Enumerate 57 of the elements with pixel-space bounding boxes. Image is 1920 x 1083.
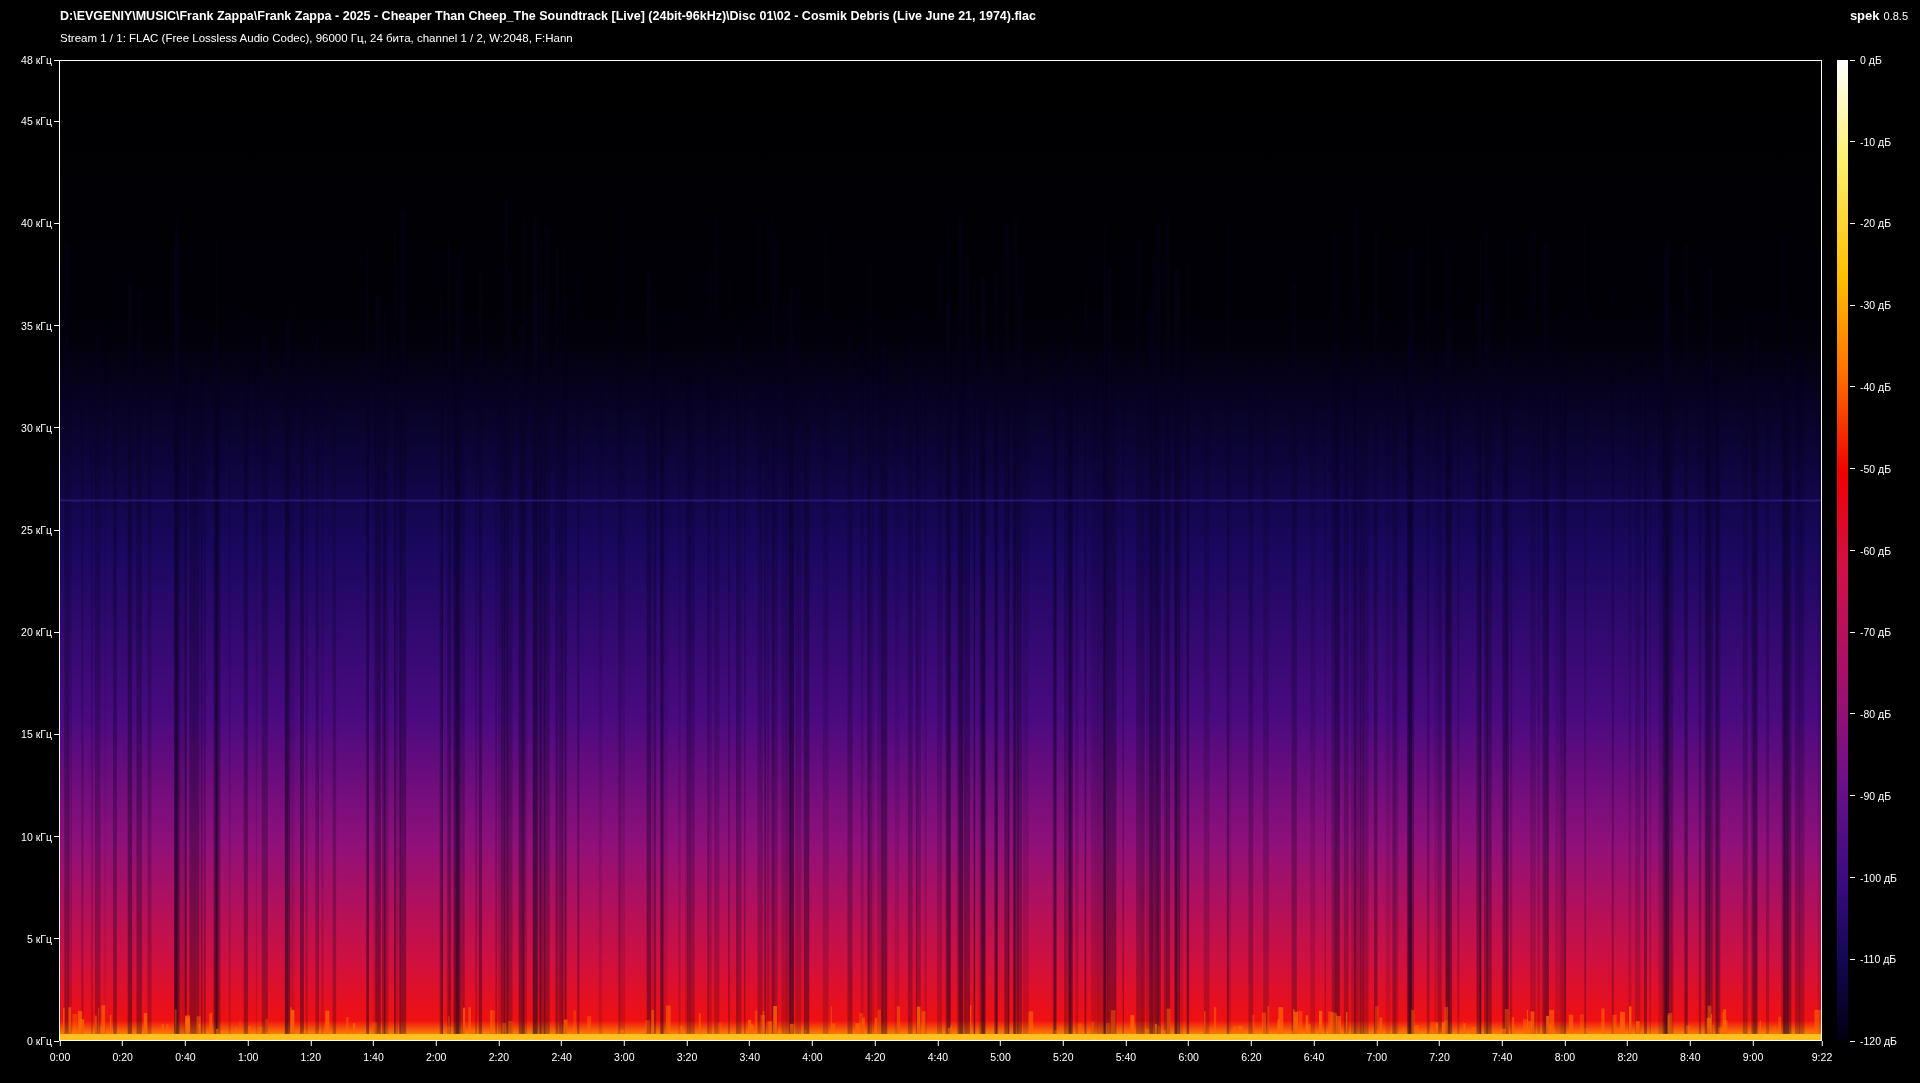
time-label: 6:40 (1303, 1051, 1325, 1063)
time-label: 8:20 (1617, 1051, 1638, 1063)
time-label: 2:00 (426, 1051, 447, 1063)
time-label: 5:20 (1053, 1051, 1074, 1063)
time-label: 9:00 (1742, 1051, 1764, 1063)
time-label: 3:00 (614, 1051, 635, 1063)
time-label: 4:00 (802, 1051, 823, 1063)
time-label: 6:20 (1241, 1051, 1262, 1063)
level-label: -80 дБ (1860, 708, 1892, 720)
level-label: -20 дБ (1860, 217, 1892, 230)
time-label: 5:00 (990, 1051, 1011, 1063)
stream-info: Stream 1 / 1: FLAC (Free Lossless Audio Codec), 96000 Гц, 24 бита, channel 1 / 2, W:2048, F:Hann (60, 32, 574, 44)
time-label: 6:00 (1178, 1051, 1199, 1063)
level-label: -30 дБ (1860, 299, 1892, 312)
time-label: 0:40 (175, 1051, 196, 1063)
time-label: 7:20 (1429, 1051, 1450, 1063)
level-label: -110 дБ (1860, 953, 1897, 966)
time-label: 9:22 (1811, 1051, 1833, 1063)
frequency-label: 5 кГц (26, 932, 52, 945)
time-label: 1:00 (237, 1051, 259, 1063)
time-label: 1:20 (300, 1051, 322, 1063)
level-label: -90 дБ (1860, 789, 1892, 802)
frequency-label: 10 кГц (21, 830, 52, 843)
level-label: -50 дБ (1860, 462, 1892, 475)
time-label: 7:00 (1366, 1051, 1387, 1063)
level-label: -10 дБ (1860, 135, 1892, 148)
frequency-label: 25 кГц (21, 524, 52, 537)
time-label: 0:20 (112, 1051, 133, 1063)
frequency-label: 15 кГц (21, 728, 52, 741)
time-label: 4:20 (864, 1051, 886, 1063)
level-label: -40 дБ (1860, 381, 1892, 393)
frequency-label: 45 кГц (21, 115, 52, 128)
frequency-label: 0 кГц (26, 1035, 52, 1047)
app-name: spek (1849, 8, 1880, 23)
time-label: 8:40 (1680, 1051, 1701, 1063)
time-label: 5:40 (1115, 1051, 1137, 1063)
level-label: 0 дБ (1860, 54, 1882, 66)
frequency-label: 35 кГц (21, 319, 52, 332)
app-version: 0.8.5 (1883, 10, 1908, 22)
frequency-label: 30 кГц (21, 421, 52, 434)
level-label: -100 дБ (1860, 871, 1897, 884)
time-label: 1:40 (363, 1051, 384, 1063)
frequency-label: 40 кГц (21, 217, 52, 230)
frequency-label: 20 кГц (21, 626, 52, 639)
time-label: 4:40 (927, 1051, 949, 1063)
time-label: 0:00 (49, 1051, 71, 1063)
frequency-label: 48 кГц (21, 54, 52, 66)
level-label: -60 дБ (1860, 544, 1892, 557)
time-label: 3:20 (676, 1051, 698, 1063)
time-label: 2:40 (551, 1051, 572, 1063)
time-label: 7:40 (1492, 1051, 1513, 1063)
time-label: 8:00 (1554, 1051, 1576, 1063)
window-title: D:\EVGENIY\MUSIC\Frank Zappa\Frank Zappa - 2025 - Cheaper Than Cheep_The Soundtrack [Live] (24bit-96kHz)\Disc 01\02 - Cosmik Debris (Live June 21, 1974).flac (60, 9, 1036, 23)
time-label: 2:20 (488, 1051, 510, 1063)
level-label: -120 дБ (1860, 1035, 1897, 1047)
time-label: 3:40 (739, 1051, 760, 1063)
level-label: -70 дБ (1860, 626, 1892, 639)
